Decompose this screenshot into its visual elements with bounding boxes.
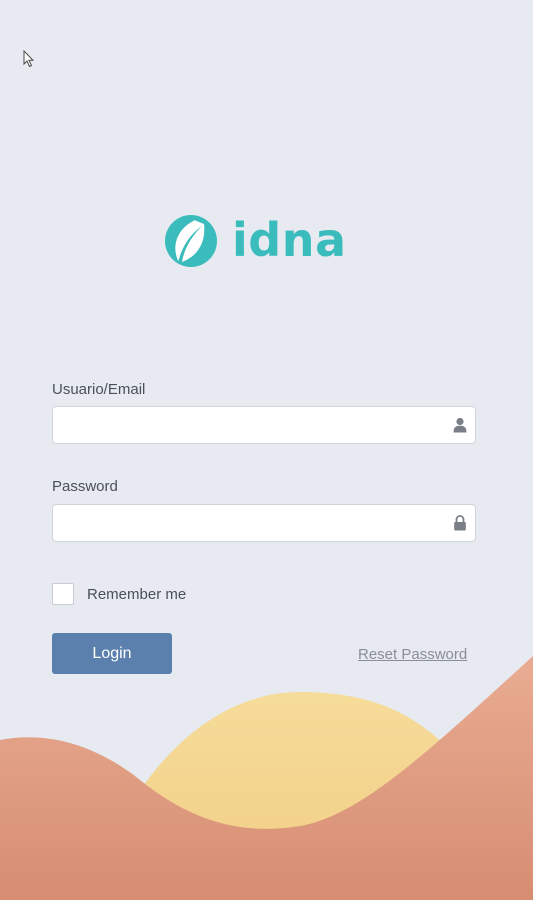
- leaf-logo-icon: [165, 215, 217, 267]
- username-input[interactable]: [53, 407, 443, 443]
- remember-me-row: Remember me: [52, 583, 186, 605]
- username-label: Usuario/Email: [52, 381, 146, 398]
- password-input[interactable]: [53, 505, 443, 541]
- password-field-wrapper: [52, 504, 476, 542]
- remember-me-label: Remember me: [87, 585, 187, 603]
- mouse-cursor-icon: [23, 50, 35, 68]
- username-field-wrapper: [52, 406, 476, 444]
- brand-logo: idna: [164, 212, 346, 270]
- brand-name: idna: [232, 213, 347, 267]
- password-label: Password: [52, 478, 118, 495]
- remember-me-checkbox[interactable]: [52, 583, 74, 605]
- decorative-hills: [0, 656, 533, 900]
- lock-icon: [454, 515, 466, 531]
- user-icon: [453, 417, 467, 433]
